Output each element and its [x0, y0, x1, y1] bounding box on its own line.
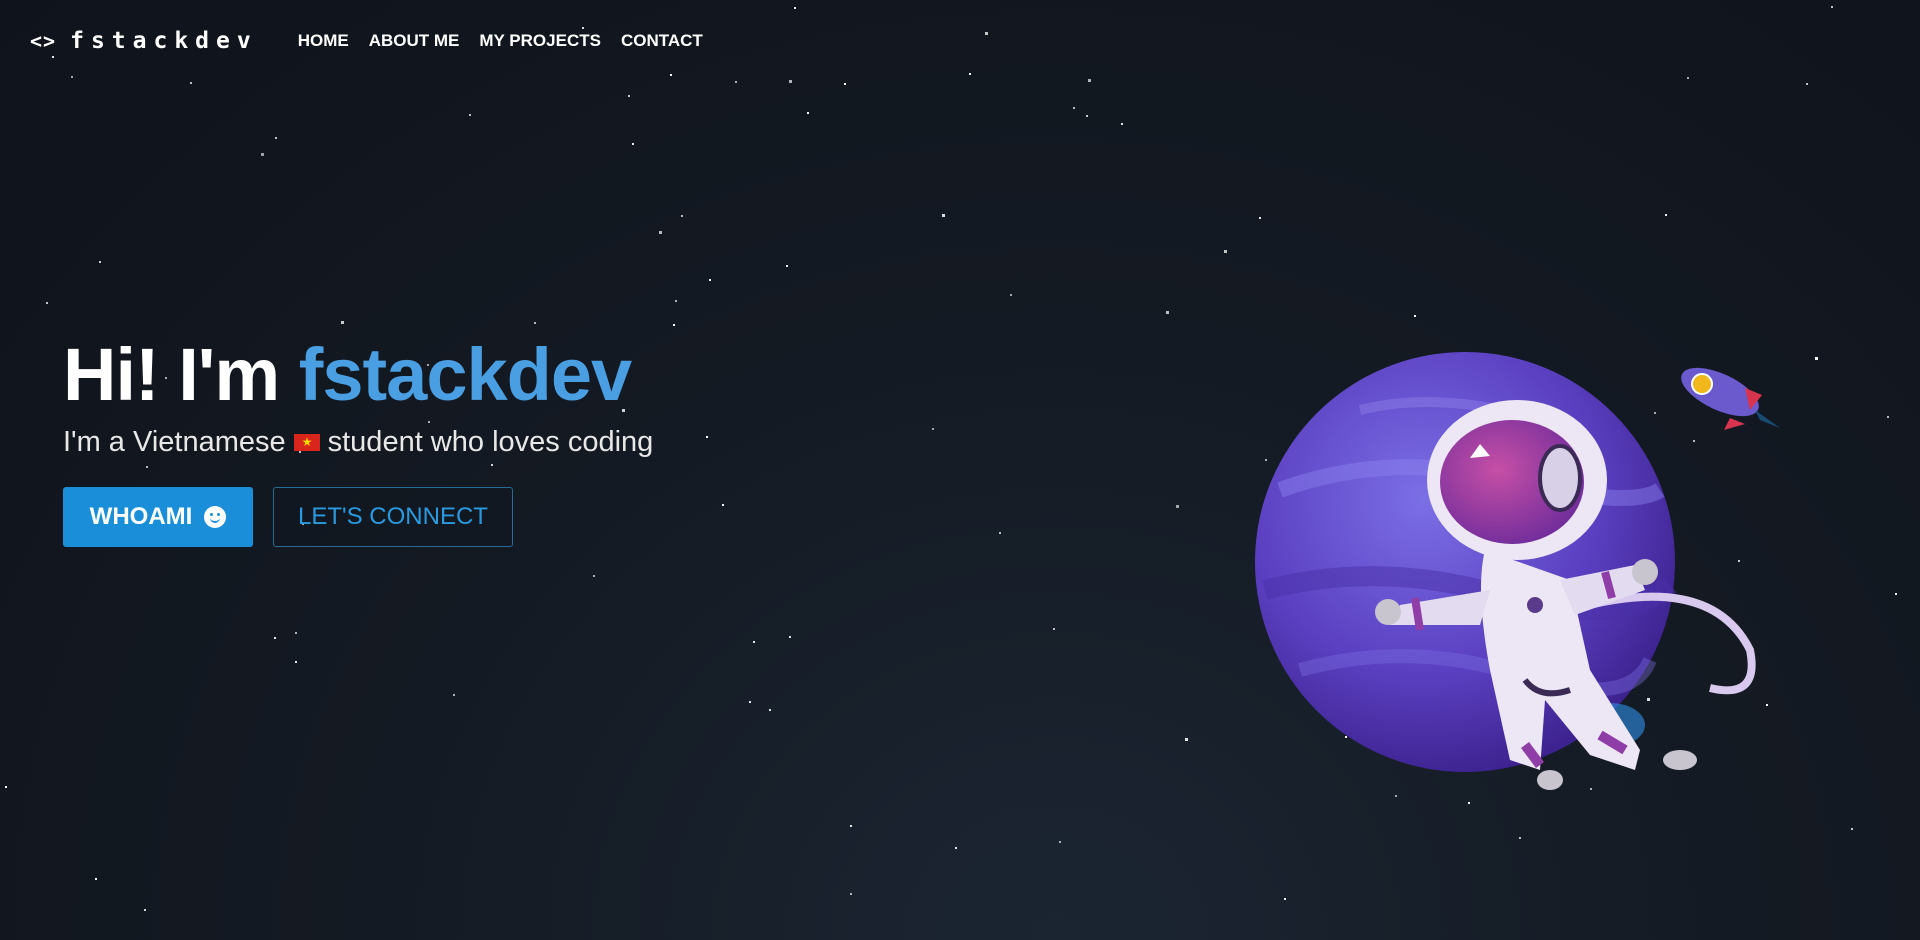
star	[675, 300, 677, 302]
star	[753, 641, 755, 643]
star	[1831, 6, 1833, 8]
star	[46, 302, 48, 304]
star	[955, 847, 957, 849]
star	[1086, 115, 1088, 117]
star	[769, 709, 771, 711]
star	[749, 701, 751, 703]
star	[99, 261, 101, 263]
star	[628, 95, 630, 97]
star	[593, 575, 595, 577]
star	[1687, 77, 1689, 79]
star	[1414, 315, 1416, 317]
star	[469, 114, 471, 116]
star	[274, 637, 276, 639]
navbar: <> fstackdev HOME ABOUT ME MY PROJECTS C…	[30, 26, 723, 56]
subtitle-before: I'm a Vietnamese	[63, 426, 286, 458]
star	[1059, 841, 1061, 843]
star	[341, 321, 344, 324]
star	[789, 636, 791, 638]
star	[659, 231, 662, 234]
star	[275, 137, 277, 139]
star	[1176, 505, 1179, 508]
vietnam-flag-icon	[293, 434, 320, 451]
lets-connect-button[interactable]: LET'S CONNECT	[273, 487, 513, 547]
whoami-button[interactable]: WHOAMI	[63, 487, 253, 547]
star	[670, 74, 672, 76]
star	[807, 112, 809, 114]
star	[789, 80, 792, 83]
star	[999, 532, 1001, 534]
star	[942, 214, 945, 217]
star	[52, 56, 54, 58]
nav-link-home[interactable]: HOME	[298, 31, 349, 51]
star	[261, 153, 264, 156]
star	[1815, 357, 1818, 360]
star	[1259, 217, 1261, 219]
hero-greeting: Hi! I'm	[63, 333, 280, 416]
star	[1224, 250, 1227, 253]
star	[1121, 123, 1123, 125]
star	[1053, 628, 1055, 630]
star	[1284, 898, 1286, 900]
whoami-label: WHOAMI	[89, 503, 193, 530]
rocket-illustration	[1681, 367, 1780, 430]
hero-section: Hi! I'm fstackdev I'm a Vietnamese stude…	[63, 330, 653, 547]
star	[295, 632, 297, 634]
star	[1185, 738, 1188, 741]
space-illustration	[1240, 340, 1780, 830]
star	[1088, 79, 1091, 82]
star	[1010, 294, 1012, 296]
star	[735, 81, 737, 83]
star	[794, 7, 796, 9]
star	[786, 265, 788, 267]
star	[95, 878, 97, 880]
star	[1665, 214, 1667, 216]
star	[295, 661, 297, 663]
star	[706, 436, 708, 438]
star	[453, 694, 455, 696]
logo-text: fstackdev	[70, 28, 258, 54]
hero-subtitle: I'm a Vietnamese student who loves codin…	[63, 426, 653, 459]
subtitle-after: student who loves coding	[327, 426, 654, 458]
nav-link-about-me[interactable]: ABOUT ME	[369, 31, 460, 51]
star	[844, 83, 846, 85]
star	[1073, 107, 1075, 109]
star	[681, 215, 683, 217]
star	[722, 504, 724, 506]
star	[985, 32, 988, 35]
star	[850, 893, 852, 895]
logo[interactable]: <> fstackdev	[30, 28, 258, 54]
hero-name: fstackdev	[298, 333, 632, 416]
star	[1851, 828, 1853, 830]
star	[932, 428, 934, 430]
star	[144, 909, 146, 911]
star	[850, 825, 852, 827]
star	[71, 76, 73, 78]
star	[969, 73, 971, 75]
nav-link-my-projects[interactable]: MY PROJECTS	[479, 31, 601, 51]
star	[1806, 83, 1808, 85]
nav-link-contact[interactable]: CONTACT	[621, 31, 703, 51]
star	[632, 143, 634, 145]
star	[709, 279, 711, 281]
hero-title: Hi! I'm fstackdev	[63, 330, 653, 420]
star	[534, 322, 536, 324]
star	[1166, 311, 1169, 314]
astronaut-planet-svg	[1255, 352, 1780, 790]
hero-buttons: WHOAMI LET'S CONNECT	[63, 487, 653, 547]
star	[5, 786, 7, 788]
star	[1519, 837, 1521, 839]
star	[673, 324, 675, 326]
star	[1895, 593, 1897, 595]
smile-icon	[204, 506, 227, 528]
code-icon: <>	[30, 29, 57, 53]
star	[1887, 416, 1889, 418]
star	[190, 82, 192, 84]
lets-connect-label: LET'S CONNECT	[298, 503, 488, 530]
